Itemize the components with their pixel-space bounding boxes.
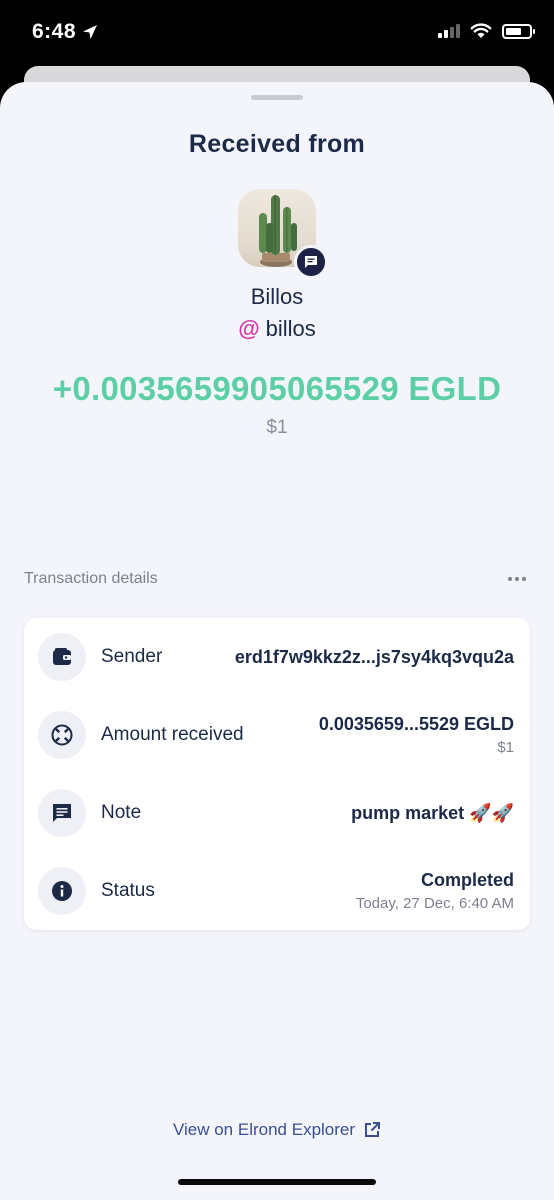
sender-address[interactable]: erd1f7w9kkz2z...js7sy4kq3vqu2a [235,647,514,668]
cellular-signal-icon [438,24,460,38]
detail-row-note[interactable]: Note pump market 🚀🚀 [24,774,530,852]
location-arrow-icon [83,25,98,39]
status-timestamp: Today, 27 Dec, 6:40 AM [355,895,514,912]
sheet-grabber[interactable] [251,95,303,100]
amount-label: Amount received [101,724,244,745]
handle-at-icon: @ [238,316,260,341]
status-label: Status [101,880,155,901]
info-icon [38,867,86,915]
detail-row-amount[interactable]: Amount received 0.0035659...5529 EGLD $1 [24,696,530,774]
status-value-block: Completed Today, 27 Dec, 6:40 AM [356,870,514,912]
amount-value: 0.0035659...5529 EGLD [318,714,514,734]
details-card: Sender erd1f7w9kkz2z...js7sy4kq3vqu2a Am… [24,618,530,930]
egld-icon [38,711,86,759]
amount-fiat: $1 [497,739,514,756]
transaction-sheet: Received from Billos @ billos +0.0035659… [0,82,554,1200]
home-indicator[interactable] [178,1179,376,1185]
status-time: 6:48 [32,20,98,44]
status-value: Completed [420,870,514,890]
page-title: Received from [188,130,366,158]
note-value: pump market 🚀🚀 [351,802,514,823]
sender-name: Billos [250,284,304,309]
external-link-icon [365,1122,381,1137]
detail-row-status[interactable]: Status Completed Today, 27 Dec, 6:40 AM [24,852,530,930]
note-label: Note [101,802,142,823]
chat-badge[interactable] [294,245,328,279]
explorer-link[interactable]: View on Elrond Explorer [0,1120,554,1140]
detail-row-sender[interactable]: Sender erd1f7w9kkz2z...js7sy4kq3vqu2a [24,618,530,696]
note-icon [38,789,86,837]
message-icon [305,256,317,268]
explorer-link-label: View on Elrond Explorer [172,1120,356,1139]
received-fiat: $1 [266,417,288,438]
sender-label: Sender [101,646,163,667]
received-amount: +0.0035659905065529 EGLD [52,370,502,407]
wallet-icon [38,633,86,681]
more-options-icon[interactable] [504,573,530,585]
sender-handle: @ billos [0,316,554,342]
battery-icon [502,23,535,39]
handle-text: billos [265,316,316,341]
clock-label: 6:48 [32,20,77,43]
section-label: Transaction details [24,570,158,587]
amount-value-block: 0.0035659...5529 EGLD $1 [319,714,514,756]
wifi-icon [470,23,492,38]
details-header: Transaction details [24,570,530,588]
sender-avatar-wrap[interactable] [238,189,328,279]
status-bar: 6:48 [0,0,554,66]
